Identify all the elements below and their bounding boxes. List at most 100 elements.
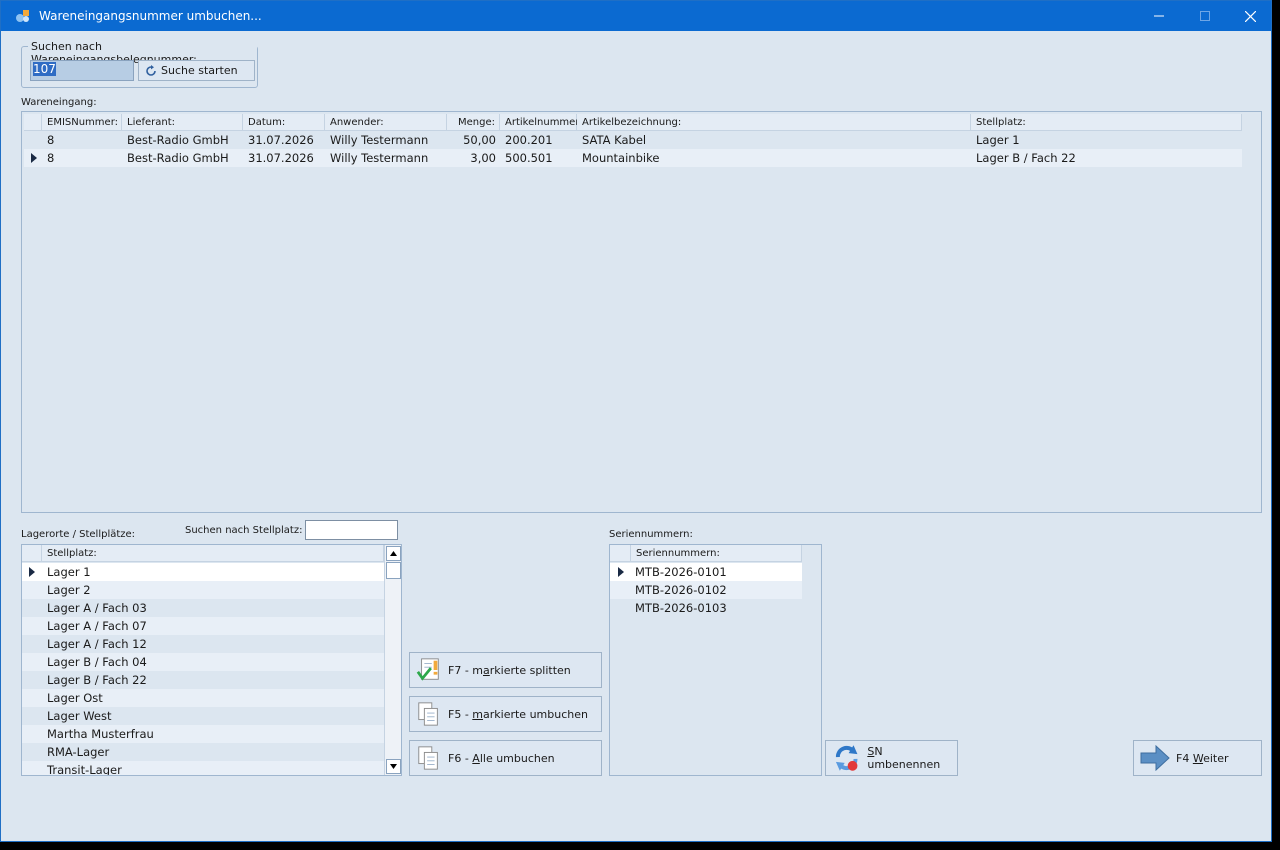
cell-artikelbezeichnung: Mountainbike: [582, 151, 660, 165]
col-stellplatz[interactable]: Stellplatz:: [971, 114, 1242, 131]
list-item[interactable]: Lager 2: [22, 581, 384, 599]
list-item[interactable]: Lager Ost: [22, 689, 384, 707]
stellplatz-list[interactable]: Stellplatz: Lager 1 Lager 2 Lager A / Fach…: [21, 544, 402, 776]
list-item-label: Lager B / Fach 04: [47, 655, 147, 669]
cell-artikelbezeichnung: SATA Kabel: [582, 133, 647, 147]
close-button[interactable]: [1227, 1, 1273, 31]
cell-artikelnummer: 500.501: [505, 151, 553, 165]
refresh-icon: [146, 64, 156, 76]
seriennummern-list[interactable]: Seriennummern: MTB-2026-0101 MTB-2026-010…: [609, 544, 822, 776]
cell-anwender: Willy Testermann: [330, 151, 429, 165]
stellplatz-search-input[interactable]: [305, 520, 398, 540]
list-item[interactable]: Lager B / Fach 04: [22, 653, 384, 671]
cell-datum: 31.07.2026: [248, 151, 314, 165]
split-icon: [416, 658, 439, 681]
search-value: 107: [33, 62, 56, 76]
rename-refresh-icon: [835, 745, 858, 771]
minimize-icon: [1154, 15, 1164, 17]
row-pointer-icon: [29, 567, 35, 577]
col-seriennummern[interactable]: Seriennummern:: [631, 545, 802, 562]
serial-number-label: MTB-2026-0102: [635, 583, 727, 597]
stellplatz-search-label: Suchen nach Stellplatz:: [185, 525, 303, 536]
move-marked-button[interactable]: F5 - markierte umbuchen: [409, 696, 602, 732]
table-row-selected[interactable]: 8 Best-Radio GmbH 31.07.2026 Willy Teste…: [24, 149, 1242, 167]
list-item-label: Lager Ost: [47, 691, 103, 705]
search-button-label: Suche starten: [161, 64, 238, 77]
grid-corner: [24, 114, 42, 131]
maximize-icon: [1200, 11, 1210, 21]
row-pointer-icon: [618, 567, 624, 577]
list-item-label: Lager A / Fach 07: [47, 619, 147, 633]
list-corner: [22, 545, 42, 562]
move-all-button[interactable]: F6 - Alle umbuchen: [409, 740, 602, 776]
list-item[interactable]: MTB-2026-0102: [610, 581, 802, 599]
maximize-button[interactable]: [1182, 1, 1228, 31]
copy-documents-icon: [418, 746, 438, 770]
cell-anwender: Willy Testermann: [330, 133, 429, 147]
lagerorte-label: Lagerorte / Stellplätze:: [21, 529, 136, 540]
table-row[interactable]: 8 Best-Radio GmbH 31.07.2026 Willy Teste…: [24, 131, 1242, 149]
rename-sn-button[interactable]: SN umbenennen: [825, 740, 958, 776]
split-label: F7 - markierte splitten: [448, 663, 571, 677]
cell-emis: 8: [47, 133, 55, 147]
list-item-label: Lager 1: [47, 565, 91, 579]
col-datum[interactable]: Datum:: [243, 114, 325, 131]
next-button[interactable]: F4 Weiter: [1133, 740, 1262, 776]
list-item[interactable]: MTB-2026-0101: [610, 563, 802, 581]
wareneingang-grid[interactable]: EMISNummer: Lieferant: Datum: Anwender: …: [21, 111, 1262, 513]
list-item[interactable]: Martha Musterfrau: [22, 725, 384, 743]
list-item-label: Lager West: [47, 709, 112, 723]
list-item-label: RMA-Lager: [47, 745, 110, 759]
arrow-down-icon: [390, 764, 397, 769]
serial-number-label: MTB-2026-0103: [635, 601, 727, 615]
list-item[interactable]: Lager West: [22, 707, 384, 725]
wareneingang-label: Wareneingang:: [21, 97, 97, 108]
list-item[interactable]: Lager A / Fach 03: [22, 599, 384, 617]
minimize-button[interactable]: [1136, 1, 1182, 31]
col-artikelbezeichnung[interactable]: Artikelbezeichnung:: [577, 114, 971, 131]
list-item-label: Lager 2: [47, 583, 91, 597]
search-start-button[interactable]: Suche starten: [138, 60, 255, 81]
dialog-window: Wareneingangsnummer umbuchen... Suchen n…: [0, 0, 1272, 842]
list-item[interactable]: Lager 1: [22, 563, 384, 581]
col-stellplatz-list[interactable]: Stellplatz:: [42, 545, 384, 562]
list-item[interactable]: Lager A / Fach 07: [22, 617, 384, 635]
cell-stellplatz: Lager 1: [976, 133, 1020, 147]
cell-stellplatz: Lager B / Fach 22: [976, 151, 1076, 165]
col-emis[interactable]: EMISNummer:: [42, 114, 122, 131]
list-item[interactable]: Lager A / Fach 12: [22, 635, 384, 653]
scroll-thumb[interactable]: [386, 562, 401, 579]
move-all-label: F6 - Alle umbuchen: [448, 751, 555, 765]
cell-datum: 31.07.2026: [248, 133, 314, 147]
title-bar[interactable]: Wareneingangsnummer umbuchen...: [1, 1, 1271, 31]
window-title: Wareneingangsnummer umbuchen...: [39, 9, 262, 23]
close-icon: [1244, 10, 1256, 22]
move-marked-label: F5 - markierte umbuchen: [448, 707, 588, 721]
col-lieferant[interactable]: Lieferant:: [122, 114, 243, 131]
split-button[interactable]: F7 - markierte splitten: [409, 652, 602, 688]
list-item[interactable]: Transit-Lager: [22, 761, 384, 776]
scroll-up-button[interactable]: [386, 546, 401, 561]
sn-corner: [610, 545, 631, 562]
col-artikelnummer[interactable]: Artikelnummer: [500, 114, 579, 131]
list-item[interactable]: RMA-Lager: [22, 743, 384, 761]
arrow-right-icon: [1140, 745, 1170, 771]
search-groupbox: Suchen nach Wareneingangsbelegnummer: 10…: [21, 40, 258, 88]
list-item-label: Lager B / Fach 22: [47, 673, 147, 687]
seriennummern-label: Seriennummern:: [609, 529, 693, 540]
beleg-search-input[interactable]: 107: [30, 60, 134, 81]
list-item-label: Transit-Lager: [47, 763, 122, 776]
cell-lieferant: Best-Radio GmbH: [127, 133, 229, 147]
list-scrollbar[interactable]: [384, 545, 401, 775]
list-item[interactable]: MTB-2026-0103: [610, 599, 802, 617]
list-item[interactable]: Lager B / Fach 22: [22, 671, 384, 689]
col-menge[interactable]: Menge:: [447, 114, 500, 131]
scroll-down-button[interactable]: [386, 759, 401, 774]
copy-documents-icon: [418, 702, 438, 726]
col-anwender[interactable]: Anwender:: [325, 114, 447, 131]
list-item-label: Lager A / Fach 03: [47, 601, 147, 615]
list-item-label: Martha Musterfrau: [47, 727, 154, 741]
serial-number-label: MTB-2026-0101: [635, 565, 727, 579]
cell-lieferant: Best-Radio GmbH: [127, 151, 229, 165]
cell-emis: 8: [47, 151, 55, 165]
